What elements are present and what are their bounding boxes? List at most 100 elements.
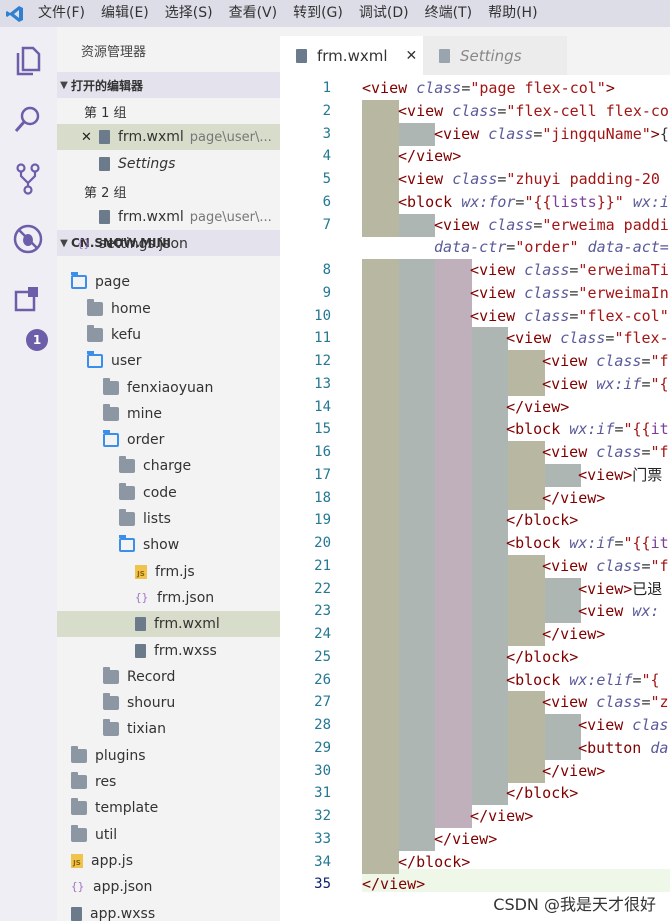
menu-item[interactable]: 帮助(H) — [480, 0, 545, 27]
menu-bar: 文件(F) 编辑(E) 选择(S) 查看(V) 转到(G) 调试(D) 终端(T) 帮助(H) — [0, 0, 670, 27]
tree-item[interactable]: code — [57, 480, 280, 506]
indent-guide — [435, 373, 472, 396]
tree-item[interactable]: user — [57, 348, 280, 374]
open-editor-frm-wxml[interactable]: ✕ frm.wxml page\user\... — [57, 124, 280, 150]
line-number: 1 — [322, 80, 331, 96]
code-token: class — [416, 79, 462, 97]
line-number: 19 — [314, 512, 331, 528]
tree-item[interactable]: mine — [57, 401, 280, 427]
indent-guide — [362, 123, 399, 146]
tree-item[interactable]: charge — [57, 453, 280, 479]
indent-guide — [398, 350, 435, 373]
indent-guide — [362, 509, 399, 532]
indent-guide — [362, 851, 399, 874]
file-icon — [99, 157, 110, 171]
menu-item[interactable]: 编辑(E) — [93, 0, 157, 27]
tree-item[interactable]: plugins — [57, 743, 280, 769]
code-line: <view class="f — [542, 350, 668, 373]
indent-guide — [398, 714, 435, 737]
code-token: "flex-cell flex-co — [506, 102, 669, 120]
tab-settings[interactable]: Settings — [423, 36, 567, 75]
indent-guide — [471, 623, 508, 646]
tree-item[interactable]: frm.wxml — [57, 611, 280, 638]
tree-item-label: app.json — [93, 879, 153, 896]
folder-icon — [71, 824, 87, 842]
menu-item[interactable]: 终端(T) — [417, 0, 480, 27]
tree-item[interactable]: res — [57, 769, 280, 795]
tree-item[interactable]: JS app.js — [57, 848, 280, 874]
tree-item[interactable]: JS frm.js — [57, 559, 280, 585]
tree-item[interactable]: fenxiaoyuan — [57, 375, 280, 401]
tree-item-label: res — [95, 774, 117, 790]
indent-guide — [471, 509, 508, 532]
tree-item[interactable]: shouru — [57, 690, 280, 716]
tree-item[interactable]: kefu — [57, 322, 280, 348]
line-number: 5 — [322, 171, 331, 187]
line-number: 13 — [314, 376, 331, 392]
menu-item[interactable]: 转到(G) — [285, 0, 351, 27]
line-number: 22 — [314, 581, 331, 597]
tree-item[interactable]: {} settings.json — [57, 231, 280, 257]
code-token: "{ — [650, 375, 669, 393]
code-token: > — [605, 79, 615, 97]
tree-item[interactable]: frm.wxss — [57, 638, 280, 664]
code-line: </view> — [542, 760, 605, 783]
line-number: 12 — [314, 353, 331, 369]
indent-guide — [362, 327, 399, 350]
code-token: wx:elif — [569, 671, 633, 689]
tab-frm-wxml[interactable]: frm.wxml ✕ — [280, 36, 423, 75]
source-control-icon[interactable] — [10, 161, 46, 197]
line-number: 20 — [314, 535, 331, 551]
menu-item[interactable]: 调试(D) — [351, 0, 417, 27]
code-token: "f — [650, 352, 669, 370]
tree-item[interactable]: Record — [57, 664, 280, 690]
tree-item[interactable]: template — [57, 795, 280, 821]
folder-icon — [103, 693, 119, 711]
tree-item[interactable]: {} app.json — [57, 874, 280, 900]
code-token: class — [452, 170, 498, 188]
menu-item[interactable]: 选择(S) — [157, 0, 221, 27]
close-icon[interactable]: ✕ — [406, 48, 418, 64]
code-token: "{{ — [623, 420, 651, 438]
close-icon[interactable]: ✕ — [81, 130, 99, 145]
open-editors-header[interactable]: ▼ 打开的编辑器 — [57, 72, 280, 98]
open-editor-frm-wxml-2[interactable]: frm.wxml page\user\... — [57, 204, 280, 230]
tree-item[interactable]: show — [57, 532, 280, 558]
open-editor-settings[interactable]: Settings — [57, 151, 280, 177]
indent-guide — [362, 805, 399, 828]
code-token: </block> — [506, 648, 579, 666]
indent-guide — [398, 487, 435, 510]
indent-guide — [362, 669, 399, 692]
tree-item[interactable]: page — [57, 269, 280, 295]
menu-item[interactable]: 查看(V) — [221, 0, 286, 27]
code-token: <block — [506, 671, 570, 689]
tree-item[interactable]: app.wxss — [57, 901, 280, 921]
code-token: <button — [578, 739, 651, 757]
indent-guide — [362, 191, 399, 214]
tree-item[interactable]: tixian — [57, 716, 280, 742]
search-icon[interactable] — [10, 101, 46, 137]
line-number: 35 — [314, 876, 331, 892]
files-icon[interactable] — [10, 43, 46, 79]
tree-item[interactable]: {} frm.json — [57, 585, 280, 611]
tree-item[interactable]: order — [57, 427, 280, 453]
code-token: class — [524, 307, 570, 325]
indent-guide — [435, 396, 472, 419]
indent-guide — [508, 578, 545, 601]
indent-guide — [435, 646, 472, 669]
tree-item[interactable]: lists — [57, 506, 280, 532]
tree-item[interactable]: util — [57, 822, 280, 848]
folder-icon — [119, 509, 135, 526]
code-token: <view — [542, 352, 597, 370]
extensions-icon[interactable] — [10, 281, 46, 317]
code-token: <view> — [578, 466, 633, 484]
line-number: 27 — [314, 694, 331, 710]
tree-item[interactable]: home — [57, 296, 280, 322]
open-editor-name: frm.wxml — [118, 209, 184, 225]
indent-guide — [435, 805, 472, 828]
code-line: </view> — [434, 828, 497, 851]
menu-item[interactable]: 文件(F) — [30, 0, 93, 27]
debug-icon[interactable] — [10, 221, 46, 257]
code-token: class — [596, 557, 642, 575]
code-editor[interactable]: 1 2 3 4 5 6 7 8 9 10 11 12 13 14 15 16 17 18 19 20 21 22 23 24 2… — [280, 75, 670, 921]
